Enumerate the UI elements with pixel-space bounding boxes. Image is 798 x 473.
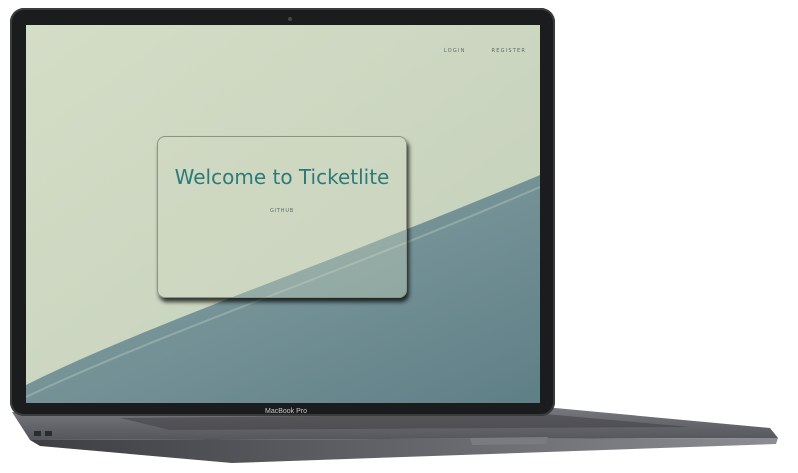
github-link[interactable]: GITHUB xyxy=(158,208,406,214)
login-link[interactable]: LOGIN xyxy=(444,48,466,54)
port-icon xyxy=(45,431,52,436)
port-icon xyxy=(34,431,41,436)
top-nav: LOGIN REGISTER xyxy=(444,48,526,54)
page-title: Welcome to Ticketlite xyxy=(174,165,390,189)
model-label: MacBook Pro xyxy=(264,408,308,415)
camera-icon xyxy=(288,17,292,21)
welcome-card: Welcome to Ticketlite GITHUB xyxy=(157,136,407,298)
register-link[interactable]: REGISTER xyxy=(492,48,526,54)
laptop-screen: LOGIN REGISTER Welcome to Ticketlite GIT… xyxy=(26,25,540,403)
